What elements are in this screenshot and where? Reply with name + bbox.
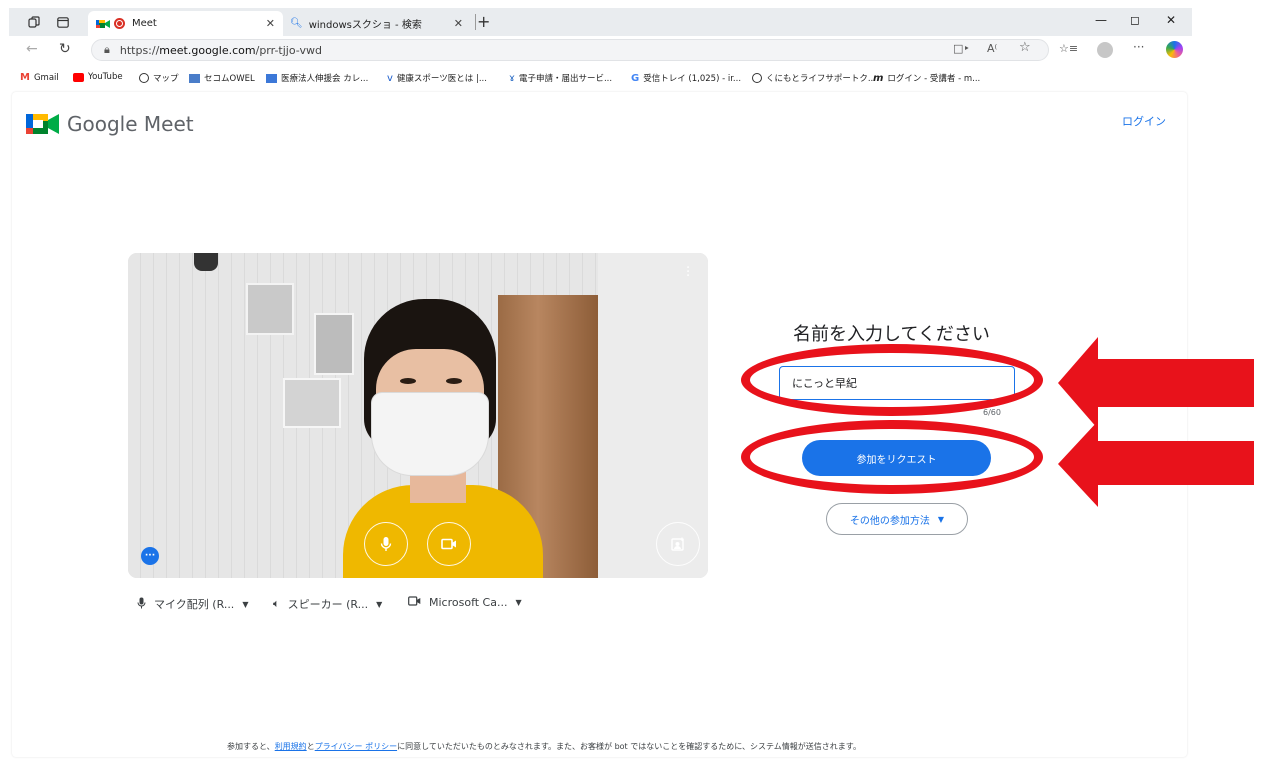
more-effects-icon[interactable]: ··· xyxy=(141,547,159,565)
camera-icon xyxy=(408,596,421,609)
microphone-select[interactable]: マイク配列 (R... ▼ xyxy=(137,596,248,612)
request-join-button[interactable]: 参加をリクエスト xyxy=(802,440,991,476)
minimize-icon[interactable]: — xyxy=(1095,13,1107,27)
person-eye xyxy=(400,378,416,384)
name-counter: 6/60 xyxy=(983,408,1001,417)
calendar-icon xyxy=(266,73,277,83)
lock-icon: 🔒︎ xyxy=(104,43,110,56)
close-tab-icon[interactable]: ✕ xyxy=(454,17,463,30)
effects-icon xyxy=(671,537,684,551)
bookmark-secom[interactable]: セコムOWEL xyxy=(189,72,255,84)
microphone-icon xyxy=(380,537,392,551)
meet-logo-icon xyxy=(26,114,59,134)
visual-effects-button[interactable] xyxy=(656,522,700,566)
restore-icon[interactable]: ◻ xyxy=(1130,13,1140,27)
secom-icon xyxy=(189,73,200,83)
bookmark-inbox[interactable]: G 受信トレイ (1,025) - ir... xyxy=(631,72,741,85)
browser-tab-bar: Meet ✕ 🔍︎ windowsスクショ - 検索 ✕ + — ◻ ✕ xyxy=(9,8,1192,36)
bookmark-kunimoto[interactable]: くにもとライフサポートク... xyxy=(752,72,876,84)
search-favicon-icon: 🔍︎ xyxy=(290,18,303,29)
sports-icon: v xyxy=(387,72,393,84)
chevron-down-icon: ▼ xyxy=(376,599,383,609)
microphone-toggle-button[interactable] xyxy=(364,522,408,566)
tab-actions-icon[interactable] xyxy=(54,13,72,31)
bookmark-calendar[interactable]: 医療法人伸援会 カレ... xyxy=(266,72,368,84)
wall-switches xyxy=(283,378,341,428)
bookmark-maps[interactable]: マップ xyxy=(139,72,179,84)
camera-icon xyxy=(441,538,456,550)
globe-icon xyxy=(139,73,149,83)
camera-select[interactable]: Microsoft Ca... ▼ xyxy=(408,596,522,609)
speaker-select[interactable]: 🔈︎ スピーカー (R... ▼ xyxy=(273,596,382,612)
tab-title: windowsスクショ - 検索 xyxy=(308,20,422,31)
bookmark-egov[interactable]: ɤ 電子申請・届出サービ... xyxy=(509,72,612,85)
bookmark-sports[interactable]: v 健康スポーツ医とは |... xyxy=(387,72,487,85)
url-host: meet.google.com xyxy=(159,43,256,57)
youtube-icon xyxy=(73,72,84,82)
chevron-down-icon: ▼ xyxy=(515,598,522,607)
camera-toggle-button[interactable] xyxy=(427,522,471,566)
logo-text: Google Meet xyxy=(67,112,194,136)
meet-favicon-icon xyxy=(96,18,110,30)
camera-preview: · · · ··· xyxy=(128,253,708,578)
bookmark-youtube[interactable]: YouTube xyxy=(73,72,123,82)
more-options-icon[interactable]: ··· xyxy=(1133,40,1144,54)
tab-meet[interactable]: Meet ✕ xyxy=(88,11,283,36)
other-join-options-button[interactable]: その他の参加方法 ▼ xyxy=(826,503,968,535)
join-title: 名前を入力してください xyxy=(793,324,990,345)
privacy-link[interactable]: プライバシー ポリシー xyxy=(315,742,397,751)
bookmark-gmail[interactable]: M Gmail xyxy=(20,72,59,83)
copilot-icon[interactable] xyxy=(1166,41,1183,58)
back-icon[interactable]: ← xyxy=(26,41,38,57)
google-meet-logo[interactable]: Google Meet xyxy=(26,112,194,136)
footer-notice: 参加すると、利用規約とプライバシー ポリシーに同意していただいたものとみなされま… xyxy=(227,742,861,751)
workspaces-icon[interactable] xyxy=(25,13,43,31)
speaker-icon: 🔈︎ xyxy=(273,597,280,610)
person-eye xyxy=(446,378,462,384)
favorites-icon[interactable]: ☆≡ xyxy=(1059,42,1078,55)
wall-intercom xyxy=(314,313,354,375)
microphone-icon xyxy=(137,597,146,612)
terms-link[interactable]: 利用規約 xyxy=(275,742,307,751)
close-window-icon[interactable]: ✕ xyxy=(1166,13,1176,27)
chevron-down-icon: ▼ xyxy=(242,599,249,609)
login-link[interactable]: ログイン xyxy=(1122,113,1166,129)
bookmark-login[interactable]: m ログイン - 受講者 - m... xyxy=(873,72,980,85)
close-tab-icon[interactable]: ✕ xyxy=(266,17,275,30)
favorite-star-icon[interactable]: ☆ xyxy=(1019,40,1031,55)
tab-title: Meet xyxy=(132,18,157,29)
globe-icon xyxy=(752,73,762,83)
bookmarks-bar: M Gmail YouTube マップ セコムOWEL 医療法人伸援会 カレ...… xyxy=(9,67,1192,89)
profile-avatar[interactable] xyxy=(1097,42,1113,58)
new-tab-icon[interactable]: + xyxy=(477,12,490,31)
tab-search[interactable]: 🔍︎ windowsスクショ - 検索 ✕ xyxy=(286,11,471,36)
person-mask xyxy=(372,393,488,475)
preview-more-icon[interactable]: · · · xyxy=(686,262,690,283)
recording-icon xyxy=(114,18,125,29)
tab-divider xyxy=(475,14,476,30)
refresh-icon[interactable]: ↻ xyxy=(59,41,71,57)
egov-icon: ɤ xyxy=(509,72,515,84)
address-bar-row: ← ↻ 🔒︎ https://meet.google.com/prr-tjjo-… xyxy=(9,36,1192,64)
camera-permission-icon[interactable]: □‣ xyxy=(953,42,970,55)
read-aloud-icon[interactable]: A⁽ xyxy=(987,42,997,55)
moodle-icon: m xyxy=(873,72,884,84)
wall-panel xyxy=(246,283,294,335)
chevron-down-icon: ▼ xyxy=(937,514,945,524)
url-field[interactable]: 🔒︎ https://meet.google.com/prr-tjjo-vwd xyxy=(91,39,1049,61)
gmail-icon: M xyxy=(20,72,30,83)
url-path: /prr-tjjo-vwd xyxy=(255,43,322,57)
ceiling-fixture xyxy=(194,253,218,271)
google-icon: G xyxy=(631,72,640,84)
name-input[interactable] xyxy=(779,366,1015,400)
url-scheme: https:// xyxy=(119,43,160,57)
